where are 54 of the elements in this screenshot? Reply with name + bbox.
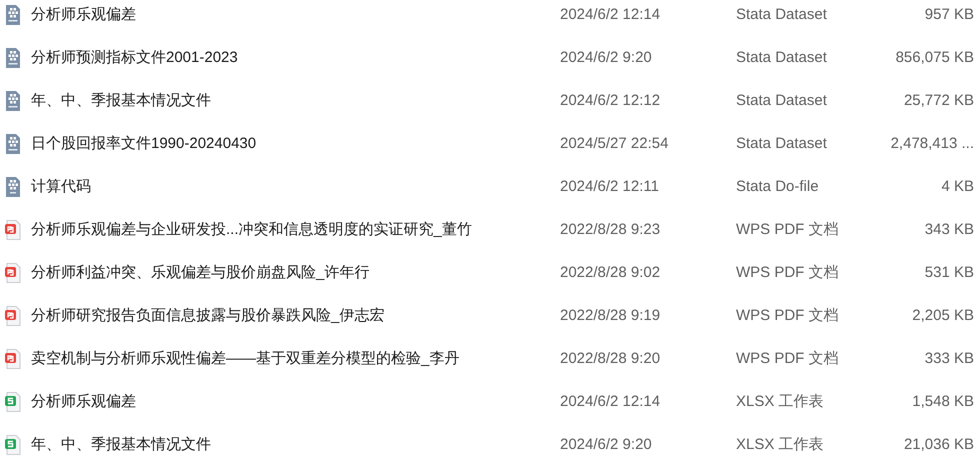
file-size: 2,478,413 ... xyxy=(890,135,974,152)
file-type: Stata Dataset xyxy=(736,49,828,66)
date-modified: 2022/8/28 9:02 xyxy=(560,264,662,281)
file-size: 333 KB xyxy=(924,350,974,367)
file-name[interactable]: 分析师利益冲突、乐观偏差与股价崩盘风险_许年行 xyxy=(31,263,560,282)
pdf-file-icon xyxy=(5,348,21,368)
file-type: WPS PDF 文档 xyxy=(736,306,840,325)
file-size: 2,205 KB xyxy=(911,307,974,324)
date-modified: 2024/6/2 9:20 xyxy=(560,436,653,453)
file-name[interactable]: 卖空机制与分析师乐观性偏差——基于双重差分模型的检验_李丹 xyxy=(31,349,560,368)
file-size: 531 KB xyxy=(924,264,974,281)
file-name[interactable]: 年、中、季报基本情况文件 xyxy=(31,91,560,110)
file-type: XLSX 工作表 xyxy=(736,392,825,411)
date-modified: 2024/6/2 12:11 xyxy=(560,178,660,195)
file-type: XLSX 工作表 xyxy=(736,435,825,454)
date-modified: 2024/5/27 22:54 xyxy=(560,135,670,152)
pdf-file-icon xyxy=(5,306,21,326)
date-modified: 2022/8/28 9:20 xyxy=(560,350,662,367)
file-size: 957 KB xyxy=(924,6,974,23)
file-size: 25,772 KB xyxy=(902,92,974,109)
file-type: WPS PDF 文档 xyxy=(736,349,840,368)
date-modified: 2024/6/2 12:14 xyxy=(560,393,662,410)
file-size: 1,548 KB xyxy=(911,393,974,410)
date-modified: 2022/8/28 9:19 xyxy=(560,307,662,324)
file-type: WPS PDF 文档 xyxy=(736,263,840,282)
date-modified: 2022/8/28 9:23 xyxy=(560,221,662,238)
dataset-file-icon xyxy=(5,90,21,110)
dataset-file-icon xyxy=(5,176,21,196)
date-modified: 2024/6/2 12:12 xyxy=(560,92,662,109)
file-name[interactable]: 计算代码 xyxy=(31,177,560,196)
file-name[interactable]: 年、中、季报基本情况文件 xyxy=(31,435,560,454)
file-type: Stata Do-file xyxy=(736,178,820,195)
file-type: Stata Dataset xyxy=(736,6,828,23)
pdf-file-icon xyxy=(5,220,21,240)
file-name[interactable]: 分析师乐观偏差 xyxy=(31,392,560,411)
dataset-file-icon xyxy=(5,48,21,68)
file-size: 343 KB xyxy=(924,221,974,238)
file-name[interactable]: 日个股回报率文件1990-20240430 xyxy=(31,134,560,153)
dataset-file-icon xyxy=(5,4,21,24)
pdf-file-icon xyxy=(5,262,21,282)
file-name[interactable]: 分析师研究报告负面信息披露与股价暴跌风险_伊志宏 xyxy=(31,306,560,325)
file-size: 4 KB xyxy=(940,178,974,195)
date-modified: 2024/6/2 12:14 xyxy=(560,6,662,23)
file-size: 856,075 KB xyxy=(894,49,974,66)
file-type: WPS PDF 文档 xyxy=(736,220,840,239)
file-type: Stata Dataset xyxy=(736,135,828,152)
file-type: Stata Dataset xyxy=(736,92,828,109)
file-name[interactable]: 分析师预测指标文件2001-2023 xyxy=(31,48,560,67)
spreadsheet-file-icon xyxy=(5,392,21,412)
file-size: 21,036 KB xyxy=(902,436,974,453)
file-name[interactable]: 分析师乐观偏差与企业研发投...冲突和信息透明度的实证研究_董竹 xyxy=(31,220,560,239)
file-name[interactable]: 分析师乐观偏差 xyxy=(31,5,560,24)
dataset-file-icon xyxy=(5,134,21,154)
date-modified: 2024/6/2 9:20 xyxy=(560,49,653,66)
